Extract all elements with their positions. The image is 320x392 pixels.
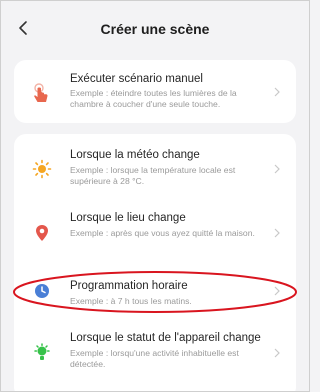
weather-condition-item[interactable]: Lorsque la météo change Exemple : lorsqu… [14,134,296,202]
header: Créer une scène [1,1,309,59]
conditions-card: Lorsque la météo change Exemple : lorsqu… [14,134,296,391]
hand-tap-icon [34,83,48,102]
manual-scene-item[interactable]: Exécuter scénario manuel Exemple : étein… [14,60,296,123]
sun-icon [32,159,52,179]
device-status-icon [34,343,50,360]
schedule-condition-title: Programmation horaire [70,280,188,292]
schedule-condition-description: Exemple : à 7 h tous les matins. [70,296,192,306]
chevron-right-icon [274,87,280,97]
device-status-condition-item[interactable]: Lorsque le statut de l'appareil change E… [14,314,296,391]
device-status-condition-description: Exemple : lorsqu'une activité inhabituel… [70,348,239,369]
manual-scene-title: Exécuter scénario manuel [70,73,203,85]
schedule-condition-item[interactable]: Programmation horaire Exemple : à 7 h to… [14,268,296,314]
weather-condition-description: Exemple : lorsque la température locale … [70,165,236,186]
clock-icon [35,284,49,298]
weather-condition-title: Lorsque la météo change [70,149,200,161]
device-status-condition-title: Lorsque le statut de l'appareil change [70,332,261,344]
location-condition-title: Lorsque le lieu change [70,212,186,224]
location-condition-description: Exemple : après que vous ayez quitté la … [70,228,255,238]
location-condition-item[interactable]: Lorsque le lieu change Exemple : après q… [14,202,296,268]
location-pin-icon [36,225,48,241]
chevron-right-icon [274,348,280,358]
app-screen: Créer une scène Exécuter scénario manuel… [0,0,310,392]
manual-scene-description: Exemple : éteindre toutes les lumières d… [70,88,237,109]
page-title: Créer une scène [100,21,210,37]
chevron-right-icon [274,286,280,296]
chevron-right-icon [274,164,280,174]
manual-scene-card: Exécuter scénario manuel Exemple : étein… [14,60,296,123]
chevron-right-icon [274,228,280,238]
